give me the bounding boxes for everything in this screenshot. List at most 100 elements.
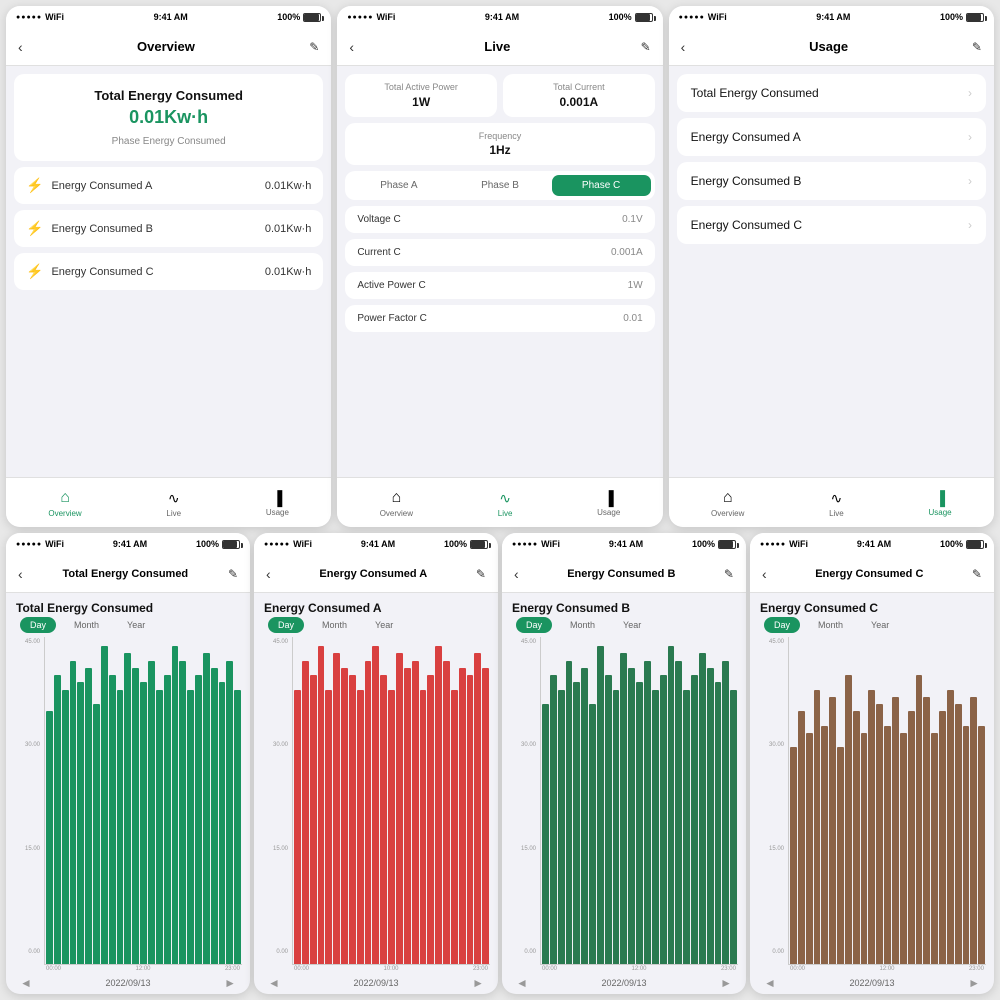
tab-live-usage[interactable]: ∿ Live bbox=[829, 490, 844, 518]
chart-date-a: 2022/09/13 bbox=[353, 978, 398, 988]
nav-title-cb: Energy Consumed B bbox=[567, 568, 675, 580]
y-label-c-0: 45.00 bbox=[758, 639, 784, 645]
top-row: ●●●●● WiFi 9:41 AM 100% ‹ Overview ✎ Tot… bbox=[0, 0, 1000, 530]
home-icon: ⌂ bbox=[60, 489, 70, 507]
x-label-c-2: 23:00 bbox=[969, 966, 984, 972]
y-label-b-2: 15.00 bbox=[510, 846, 536, 852]
phone-overview: ●●●●● WiFi 9:41 AM 100% ‹ Overview ✎ Tot… bbox=[6, 6, 331, 527]
next-arrow-a[interactable]: ► bbox=[472, 976, 484, 990]
bar bbox=[54, 675, 61, 964]
tab-live-active[interactable]: ∿ Live bbox=[498, 490, 513, 518]
next-arrow-c[interactable]: ► bbox=[968, 976, 980, 990]
bar bbox=[542, 704, 549, 964]
tab-overview-live[interactable]: ⌂ Overview bbox=[380, 489, 413, 518]
battery-cc: 100% bbox=[940, 539, 963, 549]
phone-chart-b: ●●●●● WiFi 9:41 AM 100% ‹ Energy Consume… bbox=[502, 533, 746, 994]
energy-label-a: Energy Consumed A bbox=[51, 180, 152, 192]
period-year-a[interactable]: Year bbox=[365, 617, 403, 633]
phase-tab-c[interactable]: Phase C bbox=[552, 175, 651, 196]
period-day-total[interactable]: Day bbox=[20, 617, 56, 633]
bar bbox=[187, 690, 194, 964]
tab-usage-live[interactable]: ▐ Usage bbox=[597, 490, 620, 517]
signal-dots-usage: ●●●●● bbox=[679, 14, 705, 21]
back-ca[interactable]: ‹ bbox=[266, 566, 271, 582]
signal-dots: ●●●●● bbox=[16, 14, 42, 21]
tab-usage[interactable]: ▐ Usage bbox=[266, 490, 289, 517]
bar bbox=[790, 747, 797, 964]
wifi-icon: WiFi bbox=[45, 12, 64, 22]
period-month-total[interactable]: Month bbox=[64, 617, 109, 633]
y-label-total-2: 15.00 bbox=[14, 846, 40, 852]
back-button-live[interactable]: ‹ bbox=[349, 39, 354, 55]
period-tabs-total: Day Month Year bbox=[12, 617, 244, 637]
nav-title-usage: Usage bbox=[809, 39, 848, 54]
period-year-c[interactable]: Year bbox=[861, 617, 899, 633]
edit-button[interactable]: ✎ bbox=[309, 40, 319, 54]
x-label-a-1: 10:00 bbox=[383, 966, 398, 972]
usage-total[interactable]: Total Energy Consumed › bbox=[677, 74, 986, 112]
period-day-b[interactable]: Day bbox=[516, 617, 552, 633]
usage-a[interactable]: Energy Consumed A › bbox=[677, 118, 986, 156]
phase-tab-a[interactable]: Phase A bbox=[349, 175, 448, 196]
usage-c[interactable]: Energy Consumed C › bbox=[677, 206, 986, 244]
prev-arrow-a[interactable]: ◄ bbox=[268, 976, 280, 990]
bar bbox=[652, 690, 659, 964]
back-ct[interactable]: ‹ bbox=[18, 566, 23, 582]
back-cb[interactable]: ‹ bbox=[514, 566, 519, 582]
period-month-a[interactable]: Month bbox=[312, 617, 357, 633]
y-label-c-2: 15.00 bbox=[758, 846, 784, 852]
current-c-item: Current C 0.001A bbox=[345, 239, 654, 266]
period-month-c[interactable]: Month bbox=[808, 617, 853, 633]
next-arrow-b[interactable]: ► bbox=[720, 976, 732, 990]
period-day-c[interactable]: Day bbox=[764, 617, 800, 633]
period-day-a[interactable]: Day bbox=[268, 617, 304, 633]
bar bbox=[668, 646, 675, 964]
tab-overview-label-live: Overview bbox=[380, 509, 413, 518]
bar bbox=[388, 690, 395, 964]
bar bbox=[691, 675, 698, 964]
tab-usage-active[interactable]: ▐ Usage bbox=[928, 490, 951, 517]
nav-title-cc: Energy Consumed C bbox=[815, 568, 923, 580]
bar bbox=[140, 682, 147, 964]
bar bbox=[573, 682, 580, 964]
total-current-value: 0.001A bbox=[511, 95, 647, 109]
tab-overview[interactable]: ⌂ Overview bbox=[48, 489, 81, 518]
period-year-b[interactable]: Year bbox=[613, 617, 651, 633]
back-button[interactable]: ‹ bbox=[18, 39, 23, 55]
wifi-icon-cc: WiFi bbox=[789, 539, 808, 549]
edit-button-live[interactable]: ✎ bbox=[641, 40, 651, 54]
status-bar-overview: ●●●●● WiFi 9:41 AM 100% bbox=[6, 6, 331, 28]
phase-tab-b[interactable]: Phase B bbox=[450, 175, 549, 196]
chevron-b: › bbox=[968, 174, 972, 188]
tab-live[interactable]: ∿ Live bbox=[166, 490, 181, 518]
bar bbox=[420, 690, 427, 964]
lightning-icon-a: ⚡ bbox=[26, 177, 43, 194]
period-year-total[interactable]: Year bbox=[117, 617, 155, 633]
phone-chart-total: ●●●●● WiFi 9:41 AM 100% ‹ Total Energy C… bbox=[6, 533, 250, 994]
edit-button-usage[interactable]: ✎ bbox=[972, 40, 982, 54]
back-button-usage[interactable]: ‹ bbox=[681, 39, 686, 55]
prev-arrow-total[interactable]: ◄ bbox=[20, 976, 32, 990]
usage-b[interactable]: Energy Consumed B › bbox=[677, 162, 986, 200]
edit-cb[interactable]: ✎ bbox=[724, 567, 734, 581]
y-label-a-3: 0.00 bbox=[262, 949, 288, 955]
back-cc[interactable]: ‹ bbox=[762, 566, 767, 582]
usage-a-label: Energy Consumed A bbox=[691, 130, 801, 144]
status-right: 100% bbox=[277, 12, 321, 22]
period-month-b[interactable]: Month bbox=[560, 617, 605, 633]
bar bbox=[101, 646, 108, 964]
edit-ct[interactable]: ✎ bbox=[228, 567, 238, 581]
y-label-total-1: 30.00 bbox=[14, 742, 40, 748]
bar bbox=[660, 675, 667, 964]
battery-cb: 100% bbox=[692, 539, 715, 549]
y-label-a-1: 30.00 bbox=[262, 742, 288, 748]
live-content: Total Active Power 1W Total Current 0.00… bbox=[337, 66, 662, 477]
tab-overview-usage[interactable]: ⌂ Overview bbox=[711, 489, 744, 518]
prev-arrow-c[interactable]: ◄ bbox=[764, 976, 776, 990]
energy-value-b: 0.01Kw·h bbox=[265, 223, 311, 235]
edit-cc[interactable]: ✎ bbox=[972, 567, 982, 581]
prev-arrow-b[interactable]: ◄ bbox=[516, 976, 528, 990]
edit-ca[interactable]: ✎ bbox=[476, 567, 486, 581]
bar bbox=[970, 697, 977, 964]
next-arrow-total[interactable]: ► bbox=[224, 976, 236, 990]
